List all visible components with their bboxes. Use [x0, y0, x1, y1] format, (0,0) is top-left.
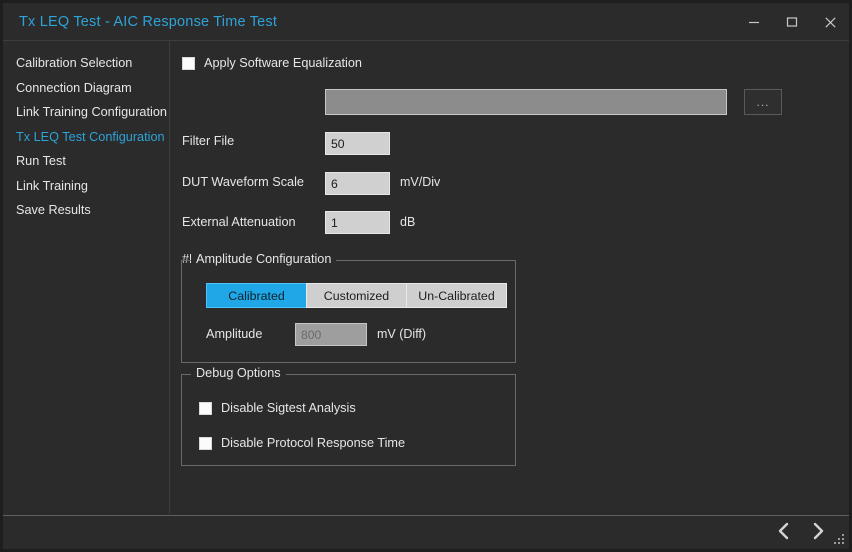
sidebar-item-connection-diagram[interactable]: Connection Diagram — [3, 76, 169, 101]
dut-waveform-scale-input[interactable] — [325, 132, 390, 155]
filter-file-input[interactable] — [325, 89, 727, 115]
disable-sigtest-analysis-checkbox-row[interactable]: Disable Sigtest Analysis — [199, 401, 356, 415]
apply-software-equalization-checkbox[interactable] — [182, 57, 195, 70]
chevron-right-icon — [810, 521, 826, 546]
external-attenuation-input[interactable] — [325, 172, 390, 195]
dut-waveform-scale-unit: mV/Div — [400, 175, 440, 189]
disable-protocol-response-time-checkbox-row[interactable]: Disable Protocol Response Time — [199, 436, 405, 450]
disable-protocol-response-time-checkbox[interactable] — [199, 437, 212, 450]
close-button[interactable] — [811, 3, 849, 41]
debug-options-title: Debug Options — [191, 366, 286, 380]
filter-file-browse-button[interactable]: ... — [744, 89, 782, 115]
sidebar-item-link-training[interactable]: Link Training — [3, 174, 169, 199]
window-title: Tx LEQ Test - AIC Response Time Test — [19, 14, 277, 30]
navigation-arrows — [771, 519, 831, 547]
resize-grip[interactable] — [833, 533, 846, 546]
sidebar-item-run-test[interactable]: Run Test — [3, 149, 169, 174]
external-attenuation-unit: dB — [400, 215, 415, 229]
chevron-left-icon — [776, 521, 792, 546]
sidebar-item-calibration-selection[interactable]: Calibration Selection — [3, 51, 169, 76]
amplitude-mode-customized[interactable]: Customized — [306, 283, 406, 308]
filter-file-label: Filter File — [182, 134, 234, 148]
amplitude-input[interactable] — [295, 323, 367, 346]
minimize-icon — [748, 16, 760, 28]
apply-software-equalization-checkbox-row[interactable]: Apply Software Equalization — [182, 56, 362, 70]
sidebar-item-link-training-configuration[interactable]: Link Training Configuration — [3, 100, 169, 125]
title-bar: Tx LEQ Test - AIC Response Time Test — [3, 3, 849, 41]
next-page-button[interactable] — [805, 519, 831, 547]
resize-grip-icon — [833, 533, 846, 546]
footer-bar — [3, 515, 849, 549]
apply-software-equalization-label: Apply Software Equalization — [204, 56, 362, 70]
amplitude-mode-calibrated[interactable]: Calibrated — [206, 283, 306, 308]
amplitude-mode-segmented-control: Calibrated Customized Un-Calibrated — [206, 283, 507, 308]
previous-page-button[interactable] — [771, 519, 797, 547]
amplitude-label: Amplitude — [206, 327, 262, 341]
amplitude-configuration-group: Amplitude Configuration Calibrated Custo… — [181, 260, 516, 363]
amplitude-configuration-title: Amplitude Configuration — [191, 252, 336, 266]
minimize-button[interactable] — [735, 3, 773, 41]
sidebar-item-save-results[interactable]: Save Results — [3, 198, 169, 223]
disable-sigtest-analysis-checkbox[interactable] — [199, 402, 212, 415]
content-pane: Apply Software Equalization Filter File … — [171, 41, 849, 514]
application-window: Tx LEQ Test - AIC Response Time Test — [0, 0, 852, 552]
debug-options-group: Debug Options Disable Sigtest Analysis D… — [181, 374, 516, 466]
close-icon — [824, 16, 837, 29]
amplitude-unit: mV (Diff) — [377, 327, 426, 341]
disable-sigtest-analysis-label: Disable Sigtest Analysis — [221, 401, 356, 415]
disable-protocol-response-time-label: Disable Protocol Response Time — [221, 436, 405, 450]
maximize-button[interactable] — [773, 3, 811, 41]
external-attenuation-label: External Attenuation — [182, 215, 296, 229]
maximize-icon — [786, 16, 798, 28]
sidebar-item-tx-leq-test-configuration[interactable]: Tx LEQ Test Configuration — [3, 125, 169, 150]
sidebar: Calibration Selection Connection Diagram… — [3, 41, 170, 514]
amplitude-mode-un-calibrated[interactable]: Un-Calibrated — [406, 283, 507, 308]
dut-waveform-scale-label: DUT Waveform Scale — [182, 175, 304, 189]
loopback-runs-input[interactable] — [325, 211, 390, 234]
window-controls — [735, 3, 849, 41]
